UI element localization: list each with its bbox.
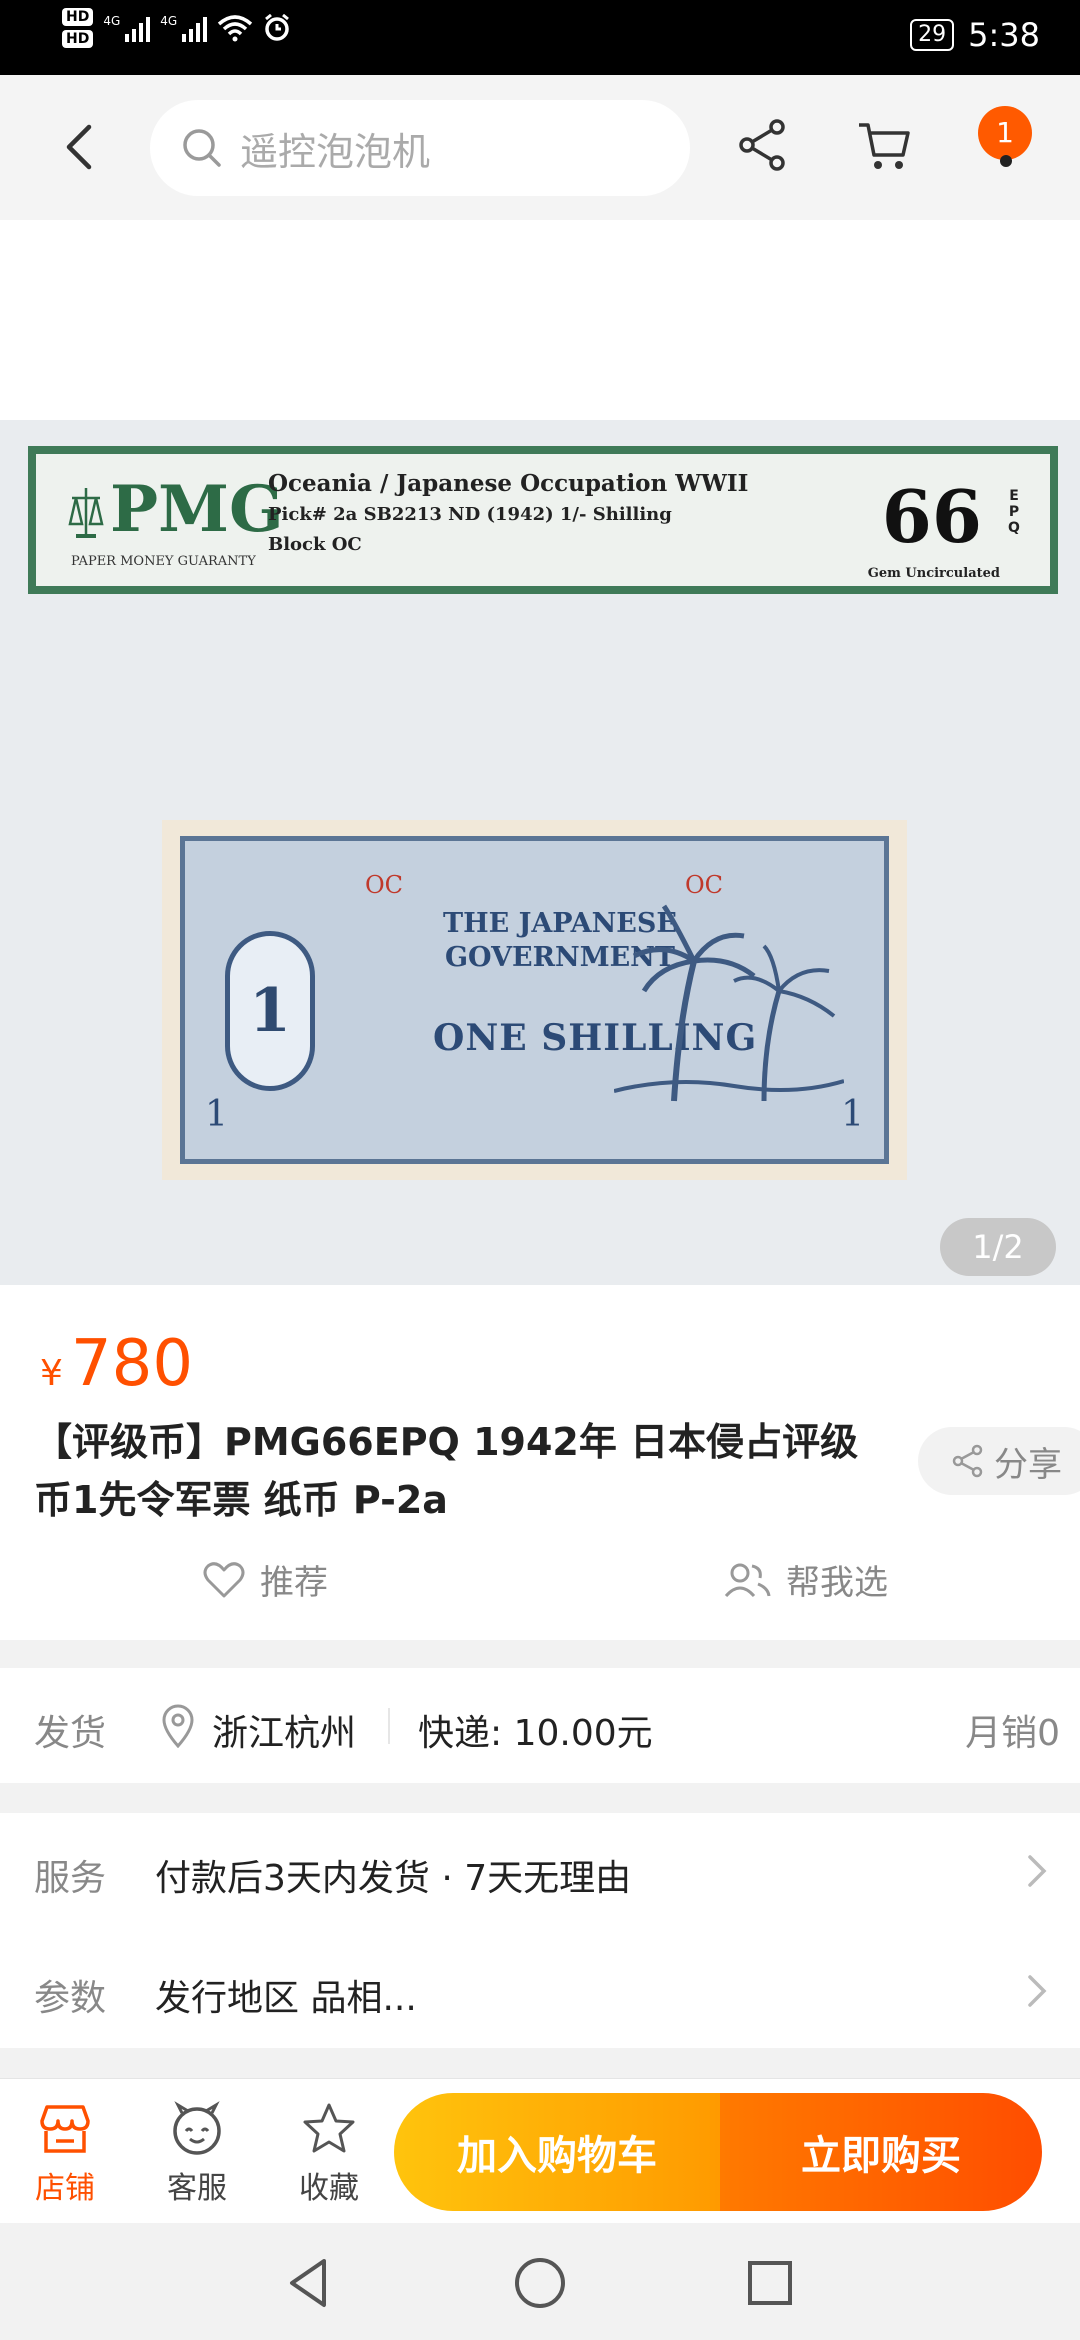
service-text: 付款后3天内发货 · 7天无理由 [155,1858,632,1899]
share-icon [952,1444,983,1478]
shop-button[interactable]: 店铺 [10,2101,120,2207]
customer-service-button[interactable]: 客服 [142,2101,252,2207]
delivery-location: 浙江杭州 [212,1713,357,1754]
clock: 5:38 [968,16,1040,54]
price-value: 780 [70,1327,194,1401]
image-pager: 1/2 [940,1218,1056,1276]
note-corner-right: 1 [841,1094,864,1135]
note-block-right: OC [685,871,724,899]
services-section: 服务 付款后3天内发货 · 7天无理由 参数 发行地区 品相... [0,1813,1080,2048]
share-icon[interactable] [733,115,793,175]
shipping-fee: 快递: 10.00元 [418,1713,653,1754]
star-icon [303,2103,355,2153]
pmg-subtitle: PAPER MONEY GUARANTY [71,554,256,569]
heart-icon [203,1561,245,1597]
search-icon [183,129,221,167]
note-block-left: OC [365,871,404,899]
system-nav-bar [0,2223,1080,2340]
note-corner-left: 1 [205,1094,228,1135]
currency-symbol: ¥ [40,1353,63,1394]
notification-badge[interactable]: 1 [978,106,1032,160]
status-right: 29 5:38 [910,16,1040,54]
network-type-2: 4G [160,14,178,28]
status-bar: HD HD 4G 4G 29 5:38 [0,0,1080,75]
hd-indicator-2: HD [62,30,94,48]
customer-service-icon [173,2101,221,2155]
product-image[interactable]: PMG PAPER MONEY GUARANTY Oceania / Japan… [0,420,1080,1315]
search-placeholder: 遥控泡泡机 [240,129,431,174]
params-label: 参数 [34,1978,107,2019]
buy-now-button[interactable]: 立即购买 [720,2093,1042,2211]
search-bar[interactable]: 遥控泡泡机 [150,100,690,196]
divider [388,1708,390,1744]
alarm-icon [265,14,290,41]
bottom-action-bar: 店铺 客服 收藏 加入购物车 立即购买 [0,2078,1080,2223]
shop-icon [40,2105,90,2153]
params-text: 发行地区 品相... [155,1978,417,2019]
product-title: 【评级币】PMG66EPQ 1942年 日本侵占评级币1先令军票 纸币 P-2a [34,1420,859,1522]
pmg-logo: PMG [110,472,284,547]
network-type: 4G [103,14,121,28]
share-label: 分享 [994,1444,1062,1485]
price: ¥780 [40,1327,193,1401]
wifi-icon [218,15,253,42]
favorite-label: 收藏 [299,2171,359,2206]
params-row[interactable]: 参数 发行地区 品相... [0,1931,1080,2048]
help-choose-button[interactable]: 帮我选 [722,1555,888,1604]
label-line-1: Oceania / Japanese Occupation WWII [268,470,749,497]
nav-back-icon[interactable] [280,2253,340,2313]
grade-description: Gem Uncirculated [867,566,1000,581]
hd-indicator: HD [62,8,94,26]
delivery-row: 发货 浙江杭州 快递: 10.00元 月销0 [0,1668,1080,1783]
share-button[interactable]: 分享 [918,1427,1080,1495]
add-to-cart-button[interactable]: 加入购物车 [394,2093,720,2211]
cart-icon[interactable] [855,115,915,175]
recommend-label: 推荐 [260,1563,328,1603]
people-icon [724,1563,771,1597]
service-row[interactable]: 服务 付款后3天内发货 · 7天无理由 [0,1813,1080,1931]
delivery-label: 发货 [34,1713,107,1754]
nav-recents-icon[interactable] [740,2253,800,2313]
banknote: 1 OC OC THE JAPANESE GOVERNMENT ONE SHIL… [162,820,907,1180]
recommend-button[interactable]: 推荐 [202,1555,328,1604]
more-menu-icon[interactable] [1000,155,1012,167]
scales-icon [68,488,104,538]
monthly-sales: 月销0 [965,1713,1060,1754]
label-line-2: Pick# 2a SB2213 ND (1942) 1/- Shilling [268,504,672,525]
product-gallery[interactable]: PMG PAPER MONEY GUARANTY Oceania / Japan… [0,220,1080,1315]
grade-number: 66 [881,474,982,559]
shop-label: 店铺 [35,2171,95,2206]
customer-service-label: 客服 [167,2171,227,2206]
favorite-button[interactable]: 收藏 [274,2101,384,2207]
palm-trees-illustration [614,904,844,1102]
grade-suffix: EPQ [1008,488,1020,536]
chevron-right-icon [1028,1855,1047,1887]
signal-icon-2: 4G [160,14,208,42]
pmg-label: PMG PAPER MONEY GUARANTY Oceania / Japan… [28,446,1058,594]
note-oval-digit: 1 [225,931,315,1091]
product-info: ¥780 【评级币】PMG66EPQ 1942年 日本侵占评级币1先令军票 纸币… [0,1285,1080,1640]
signal-icon: 4G [103,14,151,42]
battery-icon: 29 [910,19,955,51]
chevron-right-icon [1028,1975,1047,2007]
location-icon [162,1704,194,1748]
nav-home-icon[interactable] [510,2253,570,2313]
service-label: 服务 [34,1858,107,1899]
back-icon[interactable] [55,117,105,177]
help-choose-label: 帮我选 [786,1563,888,1603]
top-nav: 遥控泡泡机 1 [0,75,1080,220]
label-line-3: Block OC [268,534,362,555]
status-left: HD HD 4G 4G [62,8,291,48]
